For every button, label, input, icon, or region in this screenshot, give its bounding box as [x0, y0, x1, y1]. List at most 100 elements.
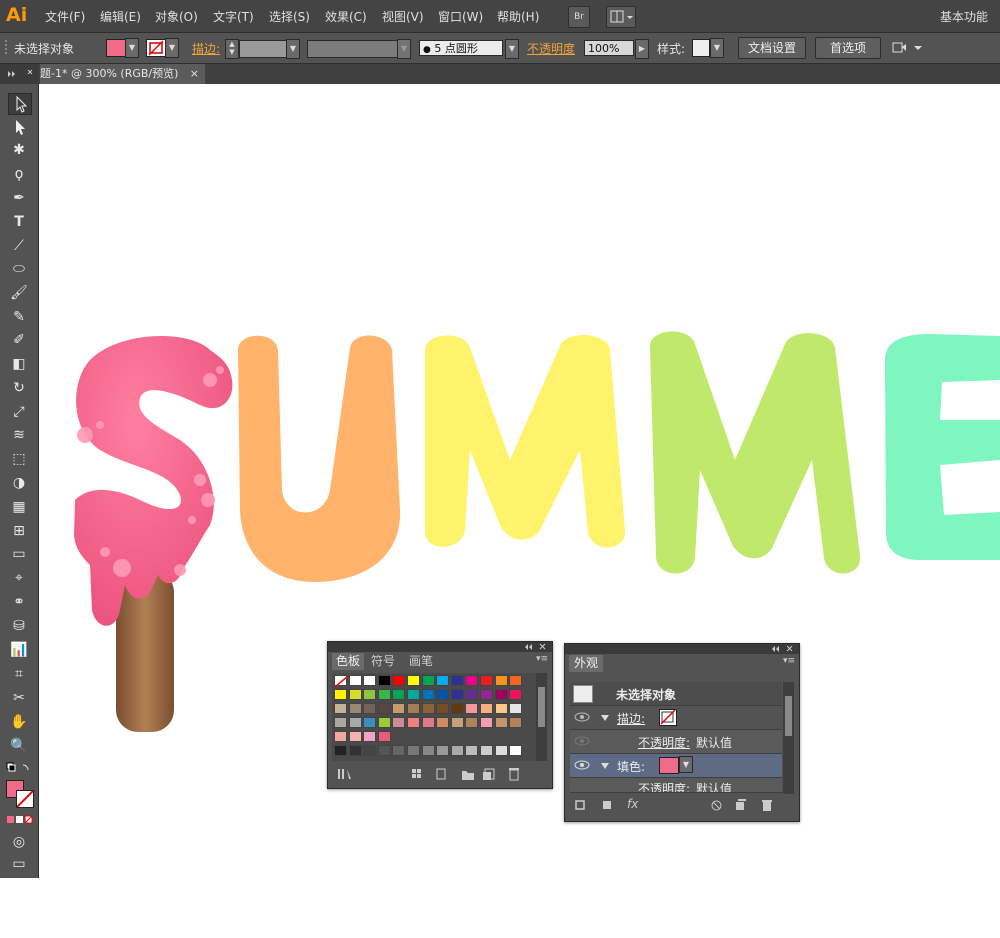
brush-definition-field[interactable]: ● 5 点圆形: [419, 40, 503, 56]
add-fill-icon[interactable]: [602, 800, 612, 810]
swatch[interactable]: [377, 689, 391, 700]
swatch[interactable]: [421, 689, 435, 700]
swatch[interactable]: [494, 675, 508, 686]
swatch[interactable]: [348, 731, 362, 742]
appearance-fill-swatch[interactable]: [659, 757, 679, 774]
swatch[interactable]: [334, 689, 347, 700]
appearance-fill-dropdown[interactable]: ▼: [679, 756, 693, 773]
type-tool-icon[interactable]: T: [8, 212, 30, 232]
swatch[interactable]: [436, 675, 450, 686]
direct-selection-tool-icon[interactable]: [8, 117, 30, 137]
swatch[interactable]: [465, 745, 479, 756]
swatch[interactable]: [348, 703, 362, 714]
shape-builder-tool-icon[interactable]: ◑: [8, 473, 30, 493]
opacity-label[interactable]: 不透明度: [527, 40, 575, 57]
appearance-stroke-row[interactable]: 描边:: [570, 706, 782, 730]
appearance-scrollbar[interactable]: [783, 682, 794, 794]
swatch[interactable]: [421, 745, 435, 756]
swatch[interactable]: [407, 717, 420, 728]
panel-collapse-close-icons[interactable]: [769, 645, 795, 654]
rotate-tool-icon[interactable]: ↻: [8, 378, 30, 398]
swatch[interactable]: [450, 703, 464, 714]
line-tool-icon[interactable]: ⟋: [8, 236, 30, 256]
appearance-fill-opacity-row[interactable]: 不透明度: 默认值: [570, 778, 782, 793]
swatch[interactable]: [348, 689, 362, 700]
menu-help[interactable]: 帮助(H): [497, 8, 539, 25]
swatch[interactable]: [494, 745, 508, 756]
swatch[interactable]: [392, 703, 406, 714]
brush-dropdown[interactable]: ▼: [505, 39, 519, 59]
stroke-weight-field[interactable]: [239, 40, 287, 58]
tab-swatches[interactable]: 色板: [332, 653, 364, 670]
swatch[interactable]: [363, 731, 377, 742]
drawing-mode-icon[interactable]: ◎: [8, 832, 30, 852]
fill-swatch[interactable]: [106, 39, 126, 57]
swatch[interactable]: [334, 745, 347, 756]
paintbrush-tool-icon[interactable]: 🖌: [8, 283, 30, 303]
zoom-tool-icon[interactable]: 🔍: [8, 736, 30, 756]
menu-window[interactable]: 窗口(W): [438, 8, 483, 25]
menu-file[interactable]: 文件(F): [45, 8, 85, 25]
swatch[interactable]: [421, 675, 435, 686]
visibility-eye-icon[interactable]: [574, 712, 590, 722]
appearance-fill-opacity-label[interactable]: 不透明度:: [638, 780, 690, 792]
swatch[interactable]: [480, 717, 493, 728]
swatch[interactable]: [509, 717, 523, 728]
close-document-icon[interactable]: ×: [190, 64, 199, 84]
stroke-label[interactable]: 描边:: [192, 40, 220, 57]
collapse-toolbox-icon[interactable]: [0, 64, 38, 84]
visibility-eye-icon[interactable]: [574, 736, 590, 746]
swatch[interactable]: [465, 717, 479, 728]
magic-wand-tool-icon[interactable]: ✱: [8, 140, 30, 160]
swatch[interactable]: [348, 745, 362, 756]
free-transform-tool-icon[interactable]: ⬚: [8, 449, 30, 469]
swatch-none[interactable]: [334, 675, 349, 688]
swatch[interactable]: [465, 675, 479, 686]
swatches-panel-menu-icon[interactable]: ▾≡: [536, 654, 548, 664]
slice-tool-icon[interactable]: ✂: [8, 688, 30, 708]
blob-brush-tool-icon[interactable]: ✐: [8, 330, 30, 350]
panel-collapse-close-icons[interactable]: [522, 643, 548, 652]
stroke-weight-dropdown[interactable]: ▼: [286, 39, 300, 59]
swatch[interactable]: [377, 745, 391, 756]
menu-view[interactable]: 视图(V): [382, 8, 424, 25]
arrange-documents-button[interactable]: [606, 6, 636, 28]
preferences-button[interactable]: 首选项: [815, 37, 881, 59]
swatch[interactable]: [392, 675, 406, 686]
menu-effect[interactable]: 效果(C): [325, 8, 367, 25]
delete-item-icon[interactable]: [761, 799, 773, 811]
tab-brushes[interactable]: 画笔: [404, 653, 438, 670]
swatch[interactable]: [450, 745, 464, 756]
swatch[interactable]: [494, 703, 508, 714]
hand-tool-icon[interactable]: ✋: [8, 712, 30, 732]
appearance-stroke-label[interactable]: 描边:: [617, 710, 645, 727]
swatch[interactable]: [436, 745, 450, 756]
swatch[interactable]: [334, 731, 347, 742]
appearance-stroke-swatch[interactable]: [659, 709, 677, 726]
swatch[interactable]: [480, 745, 493, 756]
opacity-field[interactable]: 100%: [584, 40, 634, 56]
swatch[interactable]: [348, 717, 362, 728]
workspace-switcher[interactable]: 基本功能: [940, 8, 988, 25]
artboard-tool-icon[interactable]: ⌗: [8, 664, 30, 684]
swatch[interactable]: [450, 717, 464, 728]
swatch[interactable]: [377, 703, 391, 714]
swatch[interactable]: [465, 689, 479, 700]
add-stroke-icon[interactable]: [575, 800, 585, 810]
swatches-scrollbar[interactable]: [536, 673, 547, 761]
swatch[interactable]: [436, 703, 450, 714]
toolbox-stroke-swatch[interactable]: [16, 790, 34, 808]
swatches-scroll-thumb[interactable]: [538, 687, 545, 727]
tab-symbols[interactable]: 符号: [366, 653, 400, 670]
blend-tool-icon[interactable]: ⚭: [8, 592, 30, 612]
swatch[interactable]: [494, 717, 508, 728]
opacity-dropdown[interactable]: ▶: [635, 39, 649, 59]
swatch[interactable]: [348, 675, 362, 686]
appearance-fill-label[interactable]: 填色:: [617, 758, 645, 775]
appearance-stroke-opacity-row[interactable]: 不透明度: 默认值: [570, 730, 782, 754]
swatch[interactable]: [363, 717, 377, 728]
default-colors-icon[interactable]: [6, 762, 32, 776]
add-effect-icon[interactable]: fx: [627, 797, 638, 811]
menu-select[interactable]: 选择(S): [269, 8, 310, 25]
mesh-tool-icon[interactable]: ⊞: [8, 521, 30, 541]
